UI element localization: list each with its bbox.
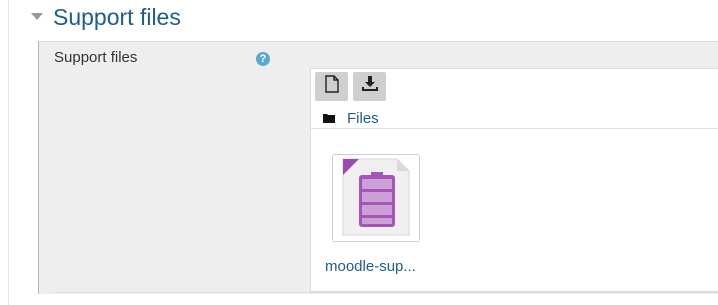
left-border — [8, 0, 9, 305]
chevron-down-icon[interactable] — [31, 11, 43, 23]
section-title[interactable]: Support files — [53, 2, 181, 32]
download-all-button[interactable] — [353, 72, 386, 101]
section-header[interactable]: Support files — [31, 2, 181, 32]
file-thumbnail[interactable] — [332, 154, 420, 242]
folder-icon — [323, 113, 335, 123]
breadcrumb: Files — [323, 108, 379, 128]
add-file-button[interactable] — [315, 72, 348, 101]
file-icon — [324, 75, 339, 98]
path-link-files[interactable]: Files — [347, 110, 379, 127]
field-label: Support files — [54, 49, 138, 66]
help-icon[interactable]: ? — [256, 52, 270, 66]
form-item-divider — [55, 292, 718, 293]
file-name-link[interactable]: moodle-sup... — [325, 258, 416, 275]
path-divider — [311, 128, 718, 129]
download-icon — [361, 76, 379, 97]
